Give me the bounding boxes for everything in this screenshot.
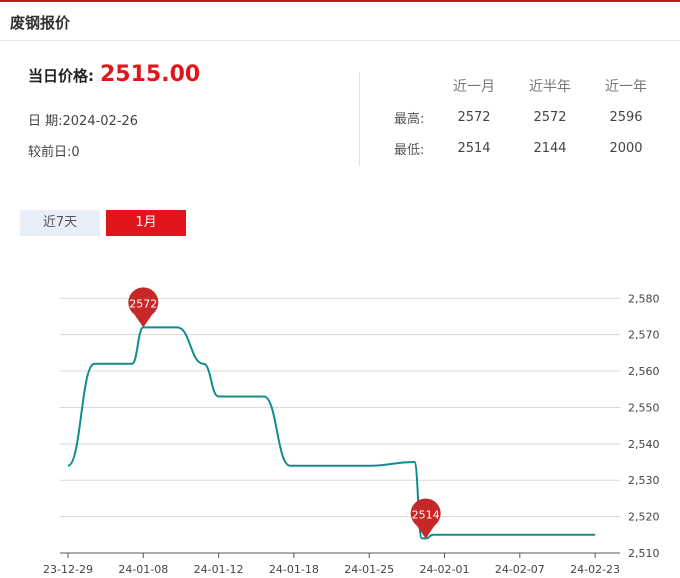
x-tick-label: 24-01-12 [194,563,244,576]
stats-column-year: 近一年 [605,79,647,95]
stats-cell: 2572 [533,110,567,125]
x-tick-label: 24-01-25 [344,563,394,576]
stats-column-month: 近一月 [453,79,495,95]
tab-1-month[interactable]: 1月 [106,210,186,236]
y-tick-label: 2,530 [628,474,660,487]
y-tick-label: 2,510 [628,547,660,560]
stats-row-low: 最低: 2514 2144 2000 [384,133,664,164]
x-tick-label: 23-12-29 [43,563,93,576]
price-line-chart: 2572 2514 2,510 2,520 2,530 2,540 2,550 2,560 2… [43,287,660,576]
y-tick-label: 2,580 [628,292,660,305]
tab-7-days[interactable]: 近7天 [20,210,100,236]
y-tick-label: 2,550 [628,401,660,414]
x-tick-label: 24-01-18 [269,563,319,576]
pin-label: 2572 [129,297,157,310]
x-tick-label: 24-01-08 [118,563,168,576]
x-tick-label: 24-02-07 [495,563,545,576]
price-row: 当日价格: 2515.00 [28,62,348,96]
stats-cell: 2514 [457,141,491,156]
stats-row-label: 最低: [394,143,425,158]
page-header: 废钢报价 [0,2,680,41]
range-tabs: 近7天 1月 [20,210,186,236]
current-price-panel: 当日价格: 2515.00 日 期:2024-02-26 较前日:0 [28,62,348,160]
stats-cell: 2572 [457,110,491,125]
annotation-pin: 2572 [128,287,159,328]
stats-row-high: 最高: 2572 2572 2596 [384,102,664,133]
stats-row-label: 最高: [394,112,425,127]
date-text: 日 期:2024-02-26 [28,114,139,129]
change-text: 较前日:0 [28,145,80,160]
price-value: 2515.00 [100,62,201,87]
y-tick-label: 2,560 [628,365,660,378]
x-tick-label: 24-02-01 [420,563,470,576]
pin-label: 2514 [412,508,440,521]
annotation-pin: 2514 [410,498,441,539]
stats-cell: 2144 [533,141,567,156]
stats-column-half-year: 近半年 [529,79,571,95]
y-tick-label: 2,570 [628,329,660,342]
x-tick-label: 24-02-23 [570,563,620,576]
price-series-line [67,326,596,540]
stats-cell: 2000 [609,141,643,156]
price-stats-table: 近一月 近半年 近一年 最高: 2572 2572 2596 最低: 2514 … [384,70,674,164]
panel-divider [359,72,360,166]
price-label: 当日价格: [28,67,94,85]
stats-cell: 2596 [609,110,643,125]
y-tick-label: 2,520 [628,511,660,524]
page-title: 废钢报价 [10,14,71,32]
y-tick-label: 2,540 [628,438,660,451]
